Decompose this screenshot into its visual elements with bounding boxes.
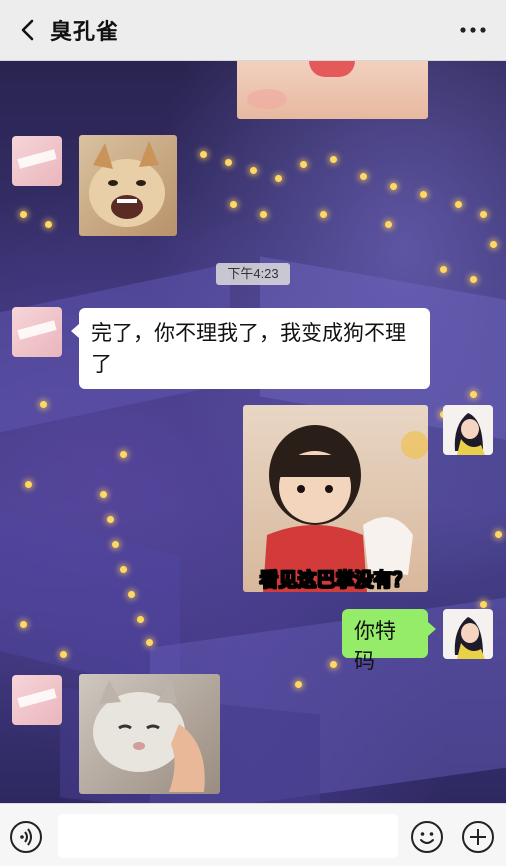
cat-sticker-drawing (93, 680, 205, 792)
image-message-cat[interactable] (79, 674, 220, 794)
sent-text-message[interactable]: 你特码 (342, 609, 436, 673)
princess-avatar-drawing (454, 413, 485, 455)
contact-avatar[interactable] (12, 307, 62, 357)
message-timestamp: 下午4:23 (216, 263, 290, 285)
image-message-barking-dog[interactable] (79, 135, 177, 236)
message-input[interactable] (58, 814, 398, 858)
contact-avatar[interactable] (12, 675, 62, 725)
chat-header: 臭孔雀 (0, 0, 506, 61)
chat-title: 臭孔雀 (50, 19, 120, 44)
image-message-baby-face[interactable] (237, 61, 428, 119)
emoji-icon[interactable] (411, 821, 443, 853)
plus-icon[interactable] (462, 821, 494, 853)
princess-avatar-drawing (454, 617, 485, 659)
baby-cheek (247, 89, 287, 109)
my-avatar[interactable] (443, 609, 493, 659)
more-dots-icon[interactable] (458, 16, 488, 44)
input-toolbar (0, 803, 506, 866)
chevron-left-icon[interactable] (14, 16, 42, 44)
image-message-toddler-meme[interactable]: 看见这巴掌没有？ (243, 405, 428, 592)
toddler-meme-drawing (263, 425, 428, 592)
my-avatar[interactable] (443, 405, 493, 455)
shiba-sticker-drawing (89, 141, 165, 227)
voice-icon[interactable] (10, 821, 42, 853)
contact-avatar[interactable] (12, 136, 62, 186)
baby-lips (309, 61, 355, 77)
received-text-message[interactable]: 完了，你不理我了，我变成狗不理了 (71, 308, 430, 389)
meme-caption: 看见这巴掌没有？ (259, 570, 412, 592)
chat-background: 下午4:23 完了，你不理我了，我变成狗不理了 看见这巴掌没有？ 你特码 (0, 61, 506, 803)
